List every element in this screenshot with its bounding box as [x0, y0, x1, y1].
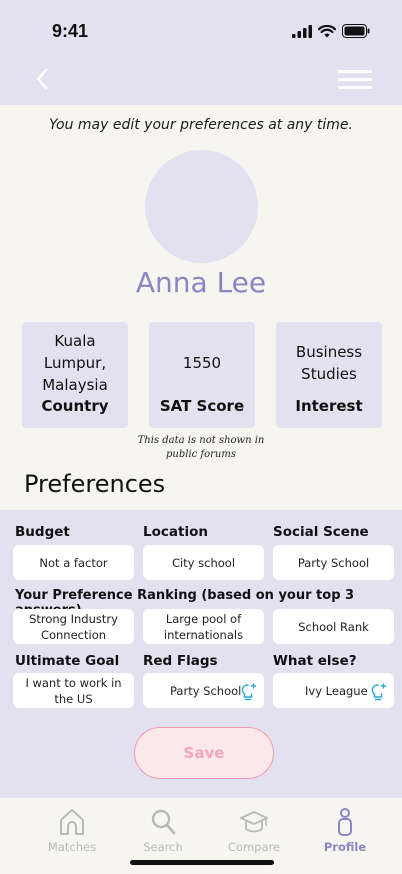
top-bar: 9:41 — [0, 0, 402, 105]
budget-chip[interactable]: Not a factor — [13, 545, 134, 580]
avatar[interactable] — [145, 150, 258, 263]
what-else-label: What else? — [273, 653, 357, 669]
interest-label: Interest — [295, 397, 363, 415]
hamburger-icon — [338, 70, 372, 73]
status-icons — [292, 24, 370, 38]
status-time: 9:41 — [52, 21, 89, 41]
tab-profile-label: Profile — [323, 840, 367, 854]
privacy-note: This data is not shown in public forums — [137, 435, 265, 460]
stat-card-sat: 1550 SAT Score — [149, 322, 255, 428]
save-button[interactable]: Save — [134, 727, 274, 779]
home-indicator — [130, 860, 274, 865]
battery-icon — [342, 24, 370, 38]
menu-button[interactable] — [338, 70, 372, 92]
stat-card-interest: Business Studies Interest — [276, 322, 382, 428]
social-scene-label: Social Scene — [273, 524, 369, 540]
sat-value: 1550 — [182, 354, 222, 372]
ranking-chip-2[interactable]: Large pool of internationals — [143, 609, 264, 644]
graduation-cap-icon — [240, 811, 268, 833]
tab-compare[interactable]: Compare — [219, 806, 289, 854]
red-flags-label: Red Flags — [143, 653, 218, 669]
tab-profile[interactable]: Profile — [310, 806, 380, 854]
tab-matches[interactable]: Matches — [37, 806, 107, 854]
location-label: Location — [143, 524, 208, 540]
search-icon — [151, 809, 176, 835]
stat-card-country: Kuala Lumpur, Malaysia Country — [22, 322, 128, 428]
back-button[interactable] — [30, 64, 54, 94]
red-flags-chip[interactable]: Party School — [143, 673, 264, 708]
sat-label: SAT Score — [159, 397, 245, 415]
wifi-icon — [318, 24, 336, 37]
country-value: Kuala Lumpur, Malaysia — [42, 332, 108, 394]
tab-matches-label: Matches — [47, 840, 97, 854]
what-else-value: Ivy League — [305, 683, 368, 698]
home-icon — [60, 809, 84, 835]
ranking-chip-1[interactable]: Strong Industry Connection — [13, 609, 134, 644]
lightbulb-icon[interactable] — [240, 682, 258, 702]
ranking-chip-3[interactable]: School Rank — [273, 609, 394, 644]
country-label: Country — [41, 397, 109, 415]
edit-note: You may edit your preferences at any tim… — [49, 117, 353, 133]
user-name: Anna Lee — [135, 266, 267, 299]
tab-search-label: Search — [143, 840, 183, 854]
what-else-chip[interactable]: Ivy League — [273, 673, 394, 708]
tab-search[interactable]: Search — [128, 806, 198, 854]
person-icon — [338, 808, 352, 836]
preferences-title: Preferences — [24, 470, 166, 498]
budget-label: Budget — [15, 524, 70, 540]
ultimate-goal-label: Ultimate Goal — [15, 653, 120, 669]
interest-value: Business Studies — [295, 343, 363, 383]
chevron-left-icon — [36, 68, 48, 90]
location-chip[interactable]: City school — [143, 545, 264, 580]
signal-icon — [292, 24, 312, 38]
red-flags-value: Party School — [170, 683, 242, 698]
ultimate-goal-chip[interactable]: I want to work in the US — [13, 673, 134, 708]
lightbulb-icon[interactable] — [370, 682, 388, 702]
social-scene-chip[interactable]: Party School — [273, 545, 394, 580]
tab-compare-label: Compare — [227, 840, 281, 854]
